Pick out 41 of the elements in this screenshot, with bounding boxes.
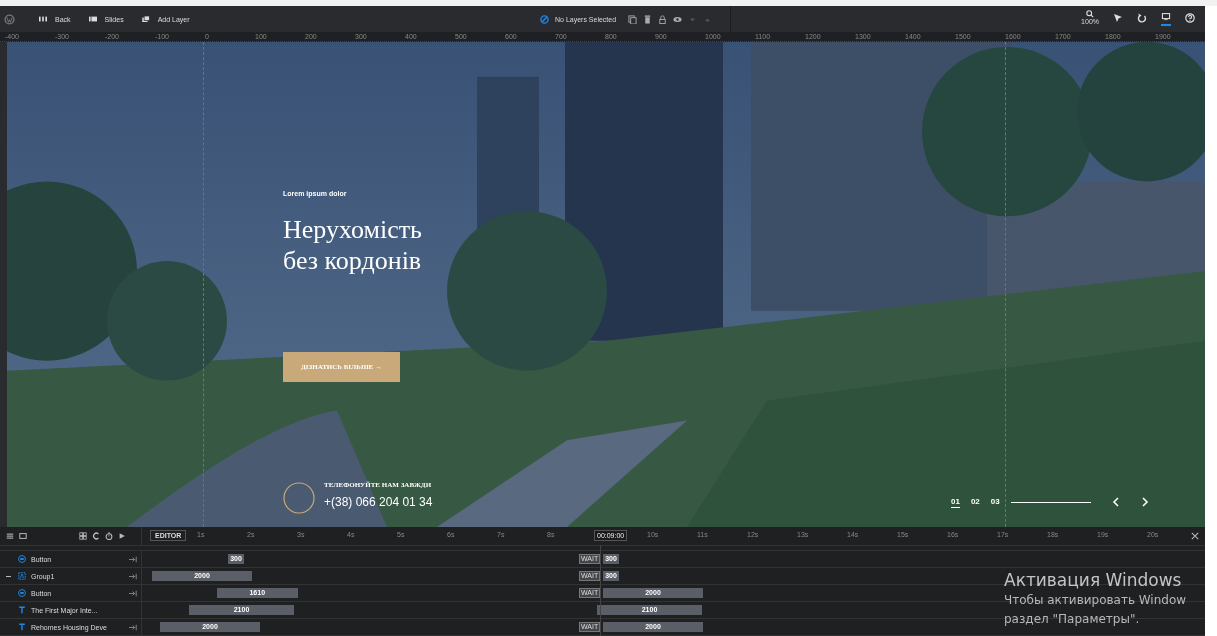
hero-title: Нерухомість без кордонів (283, 214, 422, 276)
duplicate-icon[interactable] (628, 14, 638, 24)
play-icon[interactable] (118, 532, 126, 540)
no-selection-icon (540, 14, 549, 24)
close-icon[interactable] (1191, 532, 1199, 540)
slides-icon (88, 16, 97, 22)
group-icon (18, 572, 26, 580)
desktop-icon[interactable] (1161, 12, 1171, 26)
pin-end-icon[interactable] (129, 555, 137, 563)
slide-number[interactable]: 03 (990, 496, 1000, 508)
button-layer-icon (18, 589, 26, 597)
help-icon[interactable] (1185, 12, 1195, 26)
pin-end-icon[interactable] (129, 572, 137, 580)
list-icon[interactable] (6, 532, 14, 540)
menu-icon (39, 16, 47, 22)
circle-icon (283, 482, 315, 514)
activation-text: Чтобы активировать Window (1004, 592, 1187, 609)
visibility-icon[interactable] (673, 14, 683, 24)
slide-number[interactable]: 02 (970, 496, 980, 508)
activation-text: раздел "Параметры". (1004, 611, 1141, 628)
loop-icon[interactable] (92, 532, 100, 540)
grid-icon[interactable] (79, 532, 87, 540)
pin-end-icon[interactable] (129, 589, 137, 597)
text-layer-icon (18, 606, 26, 614)
stopwatch-icon[interactable] (105, 532, 113, 540)
button-layer-icon (18, 555, 26, 563)
chevron-left-icon[interactable] (1111, 497, 1120, 507)
wordpress-icon[interactable] (4, 13, 15, 25)
chevron-right-icon[interactable] (1140, 497, 1149, 507)
collapse-icon[interactable] (6, 573, 11, 579)
layers-icon (141, 16, 150, 22)
lock-icon[interactable] (658, 14, 668, 24)
activation-title: Активация Windows (1004, 569, 1183, 591)
delete-icon[interactable] (643, 14, 653, 24)
search-icon (1086, 10, 1095, 18)
phone-number: +(38) 066 204 01 34 (324, 495, 433, 509)
pin-end-icon[interactable] (129, 623, 137, 631)
slide-number[interactable]: 01 (951, 496, 960, 508)
undo-icon[interactable] (1137, 12, 1147, 26)
text-layer-icon (18, 623, 26, 631)
frame-icon[interactable] (19, 532, 27, 540)
